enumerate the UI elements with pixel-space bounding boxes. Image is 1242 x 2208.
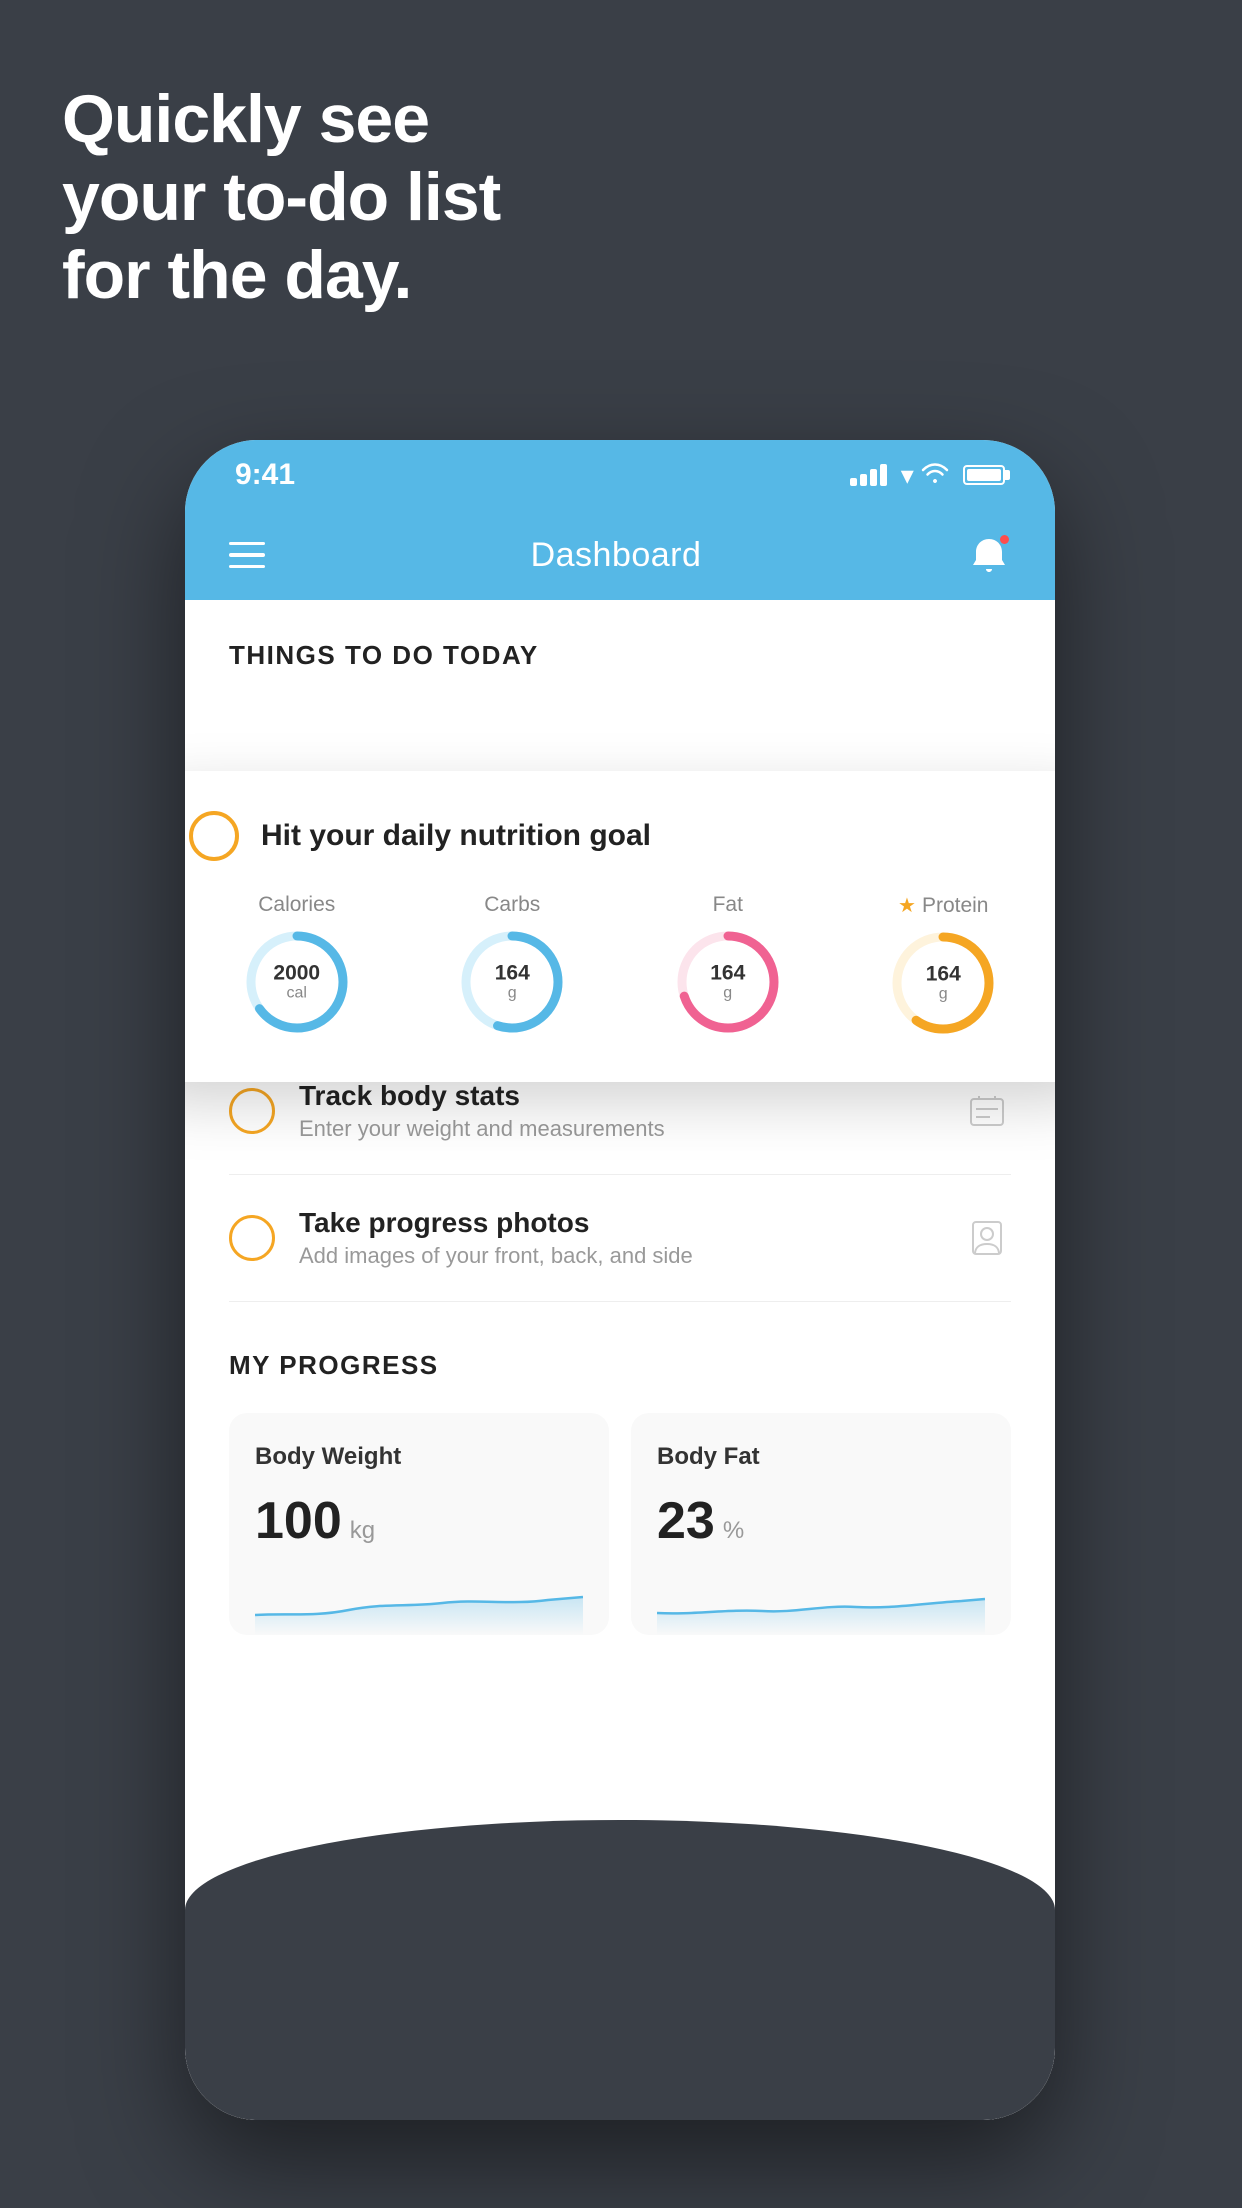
- body-fat-value-row: 23 %: [657, 1491, 985, 1551]
- calories-value: 2000cal: [273, 962, 320, 1003]
- fat-ring: 164g: [673, 927, 783, 1037]
- todo-circle-photos: [229, 1215, 275, 1261]
- body-fat-chart: [657, 1575, 985, 1635]
- portrait-icon: [963, 1214, 1011, 1262]
- body-fat-title: Body Fat: [657, 1443, 985, 1471]
- battery-icon: [963, 465, 1005, 485]
- fat-value: 164g: [710, 962, 745, 1003]
- todo-text-body-stats: Track body stats Enter your weight and m…: [299, 1080, 939, 1142]
- star-icon: ★: [898, 893, 916, 918]
- things-to-do-heading: THINGS TO DO TODAY: [185, 600, 1055, 691]
- macro-carbs: Carbs 164g: [457, 893, 567, 1037]
- nutrition-card-title-row: Hit your daily nutrition goal: [189, 811, 1051, 861]
- todo-title-body-stats: Track body stats: [299, 1080, 939, 1112]
- carbs-value: 164g: [495, 962, 530, 1003]
- protein-ring: 164g: [888, 928, 998, 1038]
- body-weight-unit: kg: [350, 1517, 375, 1545]
- notification-dot: [998, 533, 1011, 546]
- body-weight-title: Body Weight: [255, 1443, 583, 1471]
- progress-heading: MY PROGRESS: [229, 1350, 1011, 1381]
- body-weight-card[interactable]: Body Weight 100 kg: [229, 1413, 609, 1635]
- body-fat-value: 23: [657, 1491, 715, 1551]
- macro-calories: Calories 2000cal: [242, 893, 352, 1037]
- fat-label: Fat: [713, 893, 743, 917]
- status-bar: 9:41 ▾: [185, 440, 1055, 510]
- phone-mockup: 9:41 ▾ Dashboard: [185, 440, 1055, 2120]
- nutrition-circle-checkbox[interactable]: [189, 811, 239, 861]
- protein-label: ★ Protein: [898, 893, 988, 918]
- macros-row: Calories 2000cal C: [189, 893, 1051, 1038]
- todo-text-photos: Take progress photos Add images of your …: [299, 1207, 939, 1269]
- macro-fat: Fat 164g: [673, 893, 783, 1037]
- signal-icon: [850, 464, 887, 486]
- carbs-label: Carbs: [484, 893, 540, 917]
- dark-curve: [185, 1820, 1055, 2120]
- progress-section: MY PROGRESS Body Weight 100 kg: [185, 1302, 1055, 1675]
- hero-heading: Quickly see your to-do list for the day.: [62, 80, 500, 315]
- body-fat-unit: %: [723, 1517, 744, 1545]
- notification-bell-button[interactable]: [967, 533, 1011, 577]
- nav-bar: Dashboard: [185, 510, 1055, 600]
- body-weight-chart: [255, 1575, 583, 1635]
- carbs-ring: 164g: [457, 927, 567, 1037]
- phone-content: THINGS TO DO TODAY Hit your daily nutrit…: [185, 600, 1055, 2120]
- todo-circle-body-stats: [229, 1088, 275, 1134]
- calories-label: Calories: [258, 893, 335, 917]
- nutrition-card: Hit your daily nutrition goal Calories: [185, 771, 1055, 1082]
- wifi-icon: ▾: [901, 460, 949, 491]
- menu-button[interactable]: [229, 542, 265, 569]
- protein-value: 164g: [926, 963, 961, 1004]
- nav-title: Dashboard: [531, 536, 702, 575]
- todo-item-photos[interactable]: Take progress photos Add images of your …: [229, 1175, 1011, 1302]
- todo-subtitle-body-stats: Enter your weight and measurements: [299, 1116, 939, 1142]
- status-time: 9:41: [235, 458, 295, 492]
- nutrition-card-title: Hit your daily nutrition goal: [261, 819, 651, 853]
- body-fat-card[interactable]: Body Fat 23 %: [631, 1413, 1011, 1635]
- body-weight-value: 100: [255, 1491, 342, 1551]
- macro-protein: ★ Protein 164g: [888, 893, 998, 1038]
- todo-subtitle-photos: Add images of your front, back, and side: [299, 1243, 939, 1269]
- scale-icon: [963, 1087, 1011, 1135]
- status-icons: ▾: [850, 460, 1005, 491]
- todo-title-photos: Take progress photos: [299, 1207, 939, 1239]
- progress-cards: Body Weight 100 kg: [229, 1413, 1011, 1635]
- calories-ring: 2000cal: [242, 927, 352, 1037]
- body-weight-value-row: 100 kg: [255, 1491, 583, 1551]
